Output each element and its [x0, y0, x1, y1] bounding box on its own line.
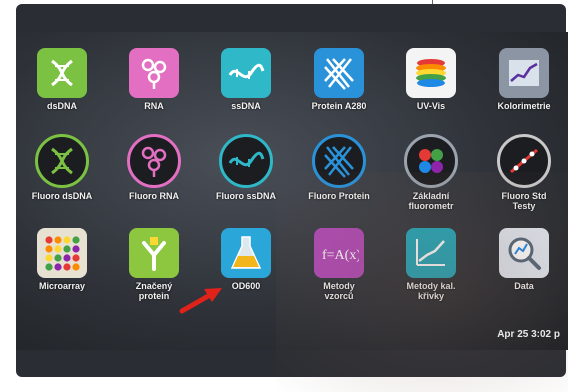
- app-label: Základní fluorometr: [408, 191, 454, 211]
- app-label: dsDNA: [46, 101, 77, 111]
- single-strand-dna-icon: [221, 48, 271, 98]
- app-metody-kal-krivky[interactable]: Metody kal. křivky: [386, 228, 476, 301]
- magnifier-chart-icon: [499, 228, 549, 278]
- dna-helix-icon: [37, 48, 87, 98]
- antibody-icon: [129, 228, 179, 278]
- app-uv-vis[interactable]: UV-Vis: [386, 48, 476, 111]
- rainbow-discs-icon: [406, 48, 456, 98]
- app-rna[interactable]: RNA: [109, 48, 199, 111]
- red-arrow-icon: [179, 288, 222, 314]
- status-datetime: Apr 25 3:02 p: [497, 329, 560, 340]
- app-launcher-screen: dsDNA RNA ssDNA Protein A280 UV-Vis Kolorimet…: [16, 32, 568, 392]
- app-fluoro-rna[interactable]: Fluoro RNA: [109, 134, 199, 201]
- calibration-curve-icon: [406, 228, 456, 278]
- app-dsdna[interactable]: dsDNA: [17, 48, 107, 111]
- app-label: Data: [514, 281, 534, 291]
- app-zakladni-fluorometr[interactable]: Základní fluorometr: [386, 134, 476, 211]
- rna-strand-icon: [127, 134, 181, 188]
- app-fluoro-protein[interactable]: Fluoro Protein: [294, 134, 384, 201]
- protein-fibers-icon: [312, 134, 366, 188]
- app-label: RNA: [144, 101, 164, 111]
- single-strand-dna-icon: [219, 134, 273, 188]
- app-label: Fluoro dsDNA: [31, 191, 93, 201]
- app-protein-a280[interactable]: Protein A280: [294, 48, 384, 111]
- standard-curve-icon: [497, 134, 551, 188]
- app-label: Kolorimetrie: [497, 101, 551, 111]
- dna-helix-icon: [35, 134, 89, 188]
- formula-icon: f=A(x): [314, 228, 364, 278]
- protein-fibers-icon: [314, 48, 364, 98]
- fluorometer-dots-icon: [404, 134, 458, 188]
- flask-icon: [221, 228, 271, 278]
- app-label: Metody vzorců: [323, 281, 355, 301]
- app-label: Fluoro Std Testy: [501, 191, 547, 211]
- app-fluoro-ssdna[interactable]: Fluoro ssDNA: [201, 134, 291, 201]
- app-label: Microarray: [38, 281, 86, 291]
- svg-text:f=A(x): f=A(x): [322, 248, 359, 263]
- app-label: Fluoro Protein: [308, 191, 370, 201]
- app-od600[interactable]: OD600: [201, 228, 291, 291]
- microarray-grid-icon: [37, 228, 87, 278]
- colorimetry-chart-icon: [499, 48, 549, 98]
- app-label: Fluoro RNA: [129, 191, 179, 201]
- app-fluoro-dsdna[interactable]: Fluoro dsDNA: [17, 134, 107, 201]
- app-data[interactable]: Data: [479, 228, 568, 291]
- app-label: Protein A280: [311, 101, 367, 111]
- app-ssdna[interactable]: ssDNA: [201, 48, 291, 111]
- app-label: Fluoro ssDNA: [215, 191, 276, 201]
- app-label: Metody kal. křivky: [406, 281, 456, 301]
- app-microarray[interactable]: Microarray: [17, 228, 107, 291]
- app-kolorimetrie[interactable]: Kolorimetrie: [479, 48, 568, 111]
- app-label: UV-Vis: [416, 101, 446, 111]
- rna-strand-icon: [129, 48, 179, 98]
- app-metody-vzorcu[interactable]: f=A(x) Metody vzorců: [294, 228, 384, 301]
- app-label: ssDNA: [231, 101, 261, 111]
- app-fluoro-std-testy[interactable]: Fluoro Std Testy: [479, 134, 568, 211]
